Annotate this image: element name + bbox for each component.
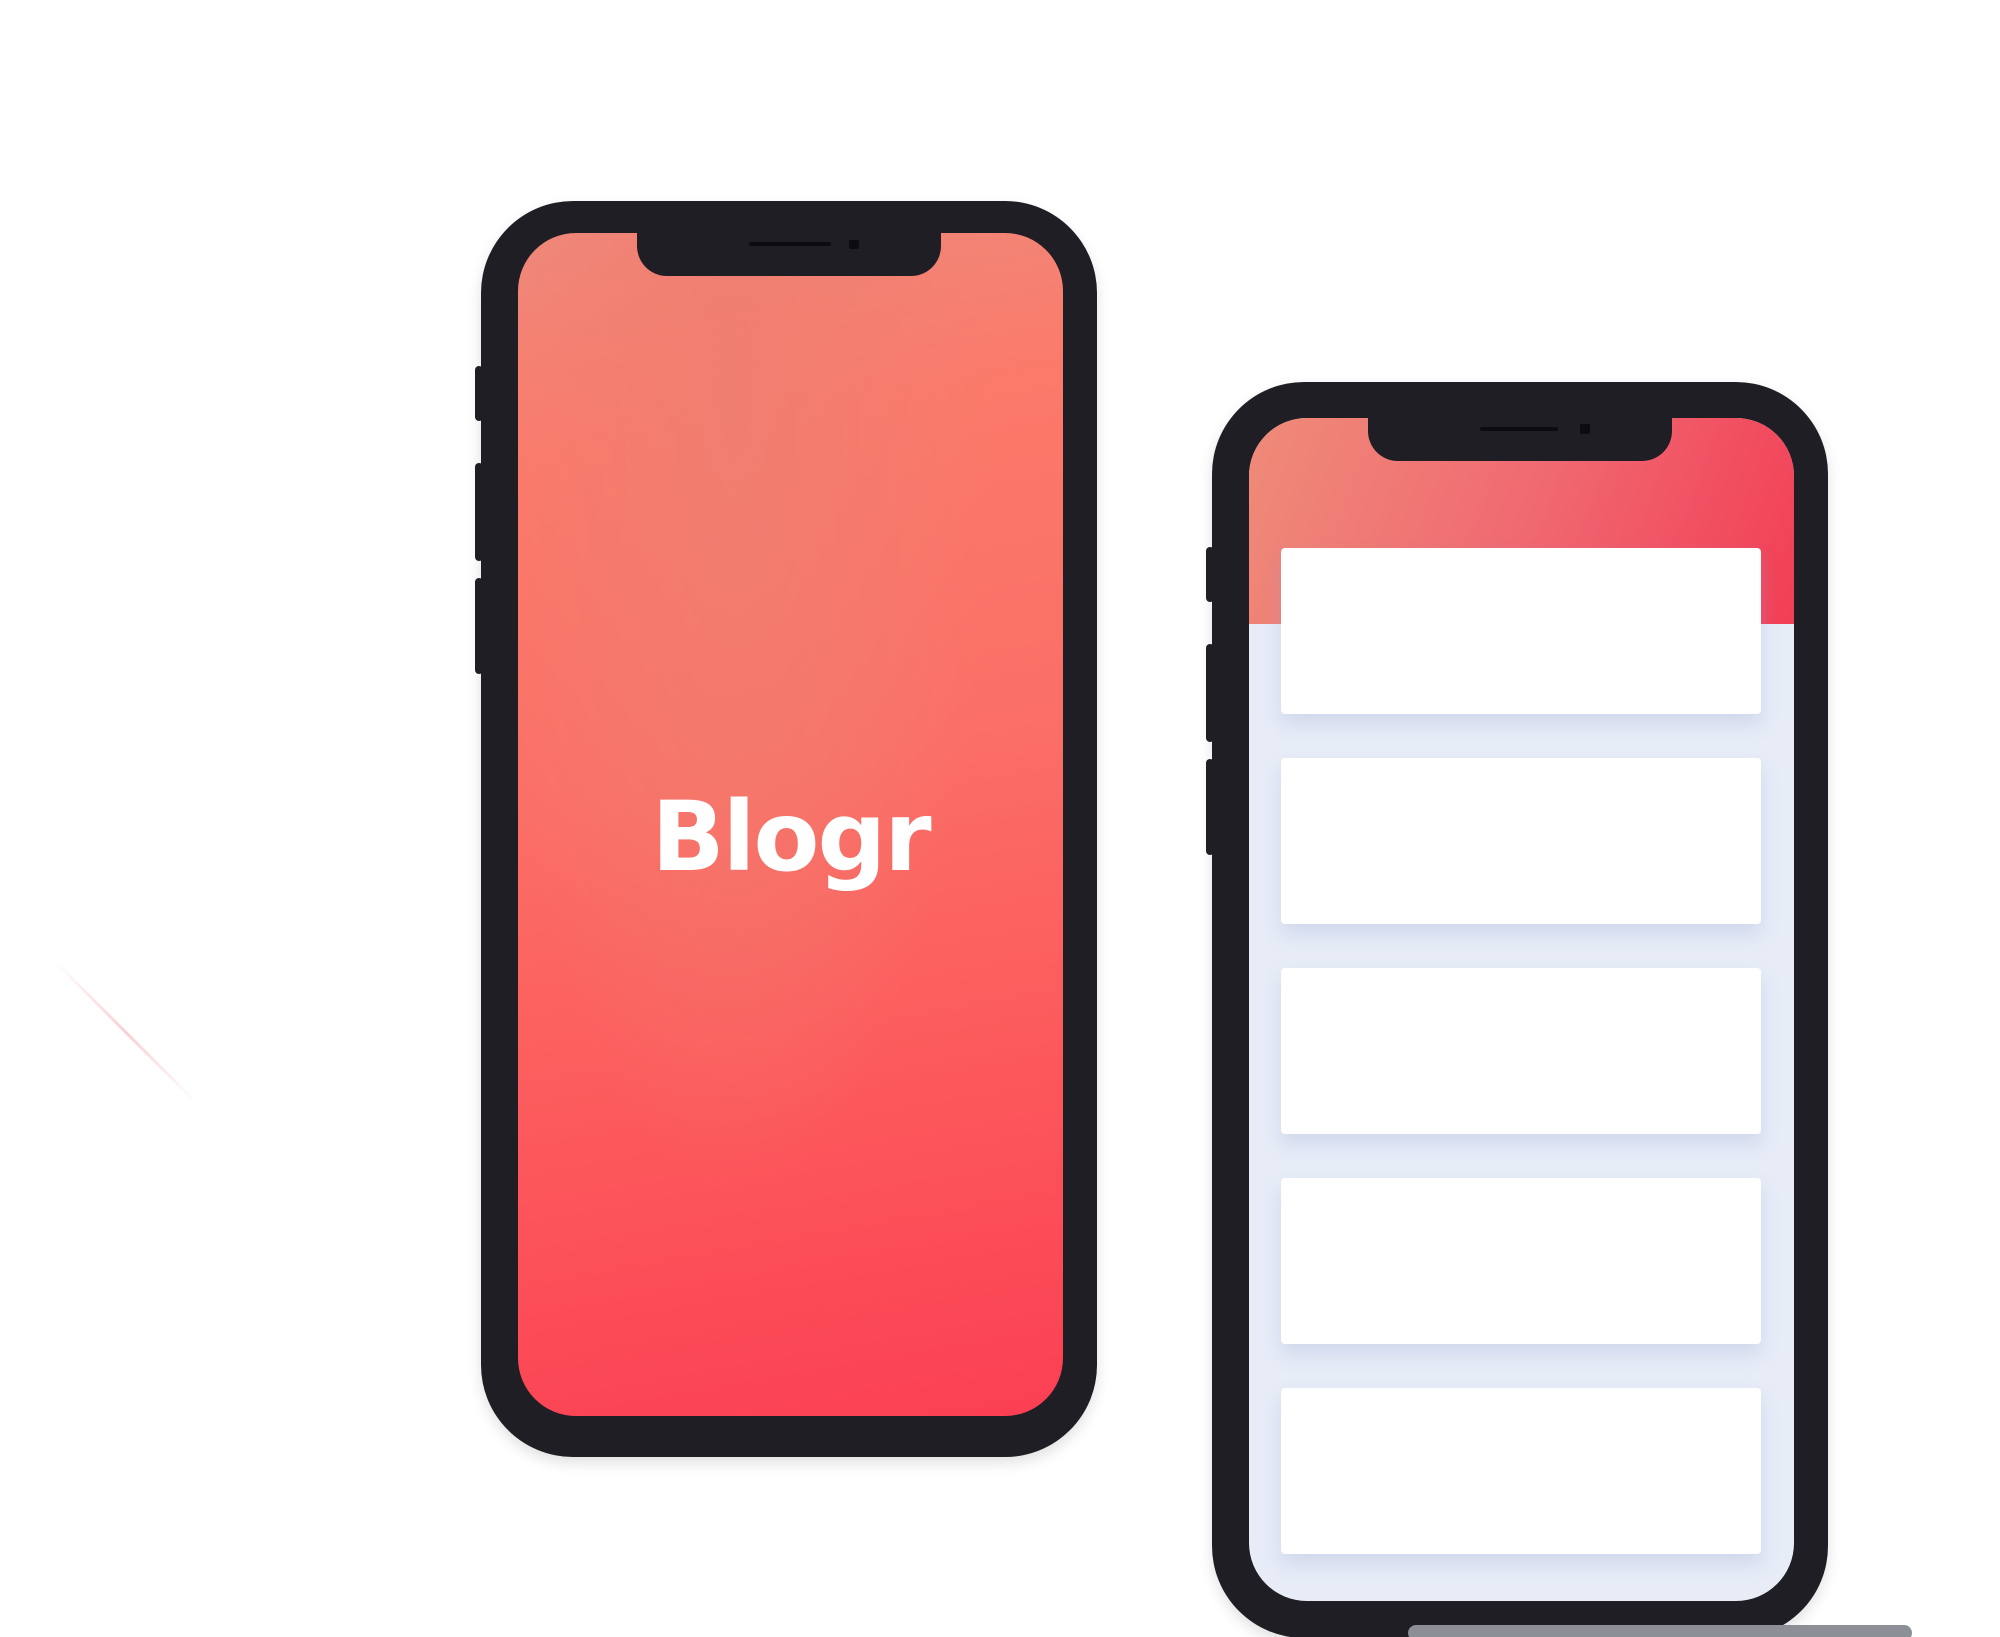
floor-shadow <box>1408 1625 1912 1637</box>
mockup-canvas: Blogr <box>0 0 2000 1637</box>
phone-feed <box>1206 382 1828 1637</box>
side-button-volume-up <box>1206 644 1214 742</box>
speaker-grille <box>1480 427 1558 431</box>
side-button-volume-down <box>1206 759 1214 855</box>
speaker-grille <box>749 242 831 246</box>
feed-card[interactable] <box>1281 968 1761 1134</box>
feed-card[interactable] <box>1281 548 1761 714</box>
feed-card-list <box>1281 548 1761 1598</box>
feed-screen <box>1249 418 1794 1601</box>
side-button-volume-up <box>475 463 483 561</box>
phone-notch <box>637 231 941 276</box>
app-logo: Blogr <box>651 781 931 893</box>
side-button-mute <box>1206 547 1214 602</box>
phone-notch <box>1368 416 1672 461</box>
decorative-stroke <box>53 960 198 1104</box>
side-button-volume-down <box>475 578 483 674</box>
front-camera-icon <box>849 240 859 249</box>
side-button-power <box>1089 488 1097 636</box>
side-button-mute <box>475 366 483 421</box>
side-button-power <box>1820 669 1828 817</box>
feed-card[interactable] <box>1281 1388 1761 1554</box>
phone-splash: Blogr <box>475 201 1097 1457</box>
feed-card[interactable] <box>1281 758 1761 924</box>
feed-card[interactable] <box>1281 1178 1761 1344</box>
splash-screen: Blogr <box>518 233 1063 1416</box>
front-camera-icon <box>1580 424 1590 434</box>
